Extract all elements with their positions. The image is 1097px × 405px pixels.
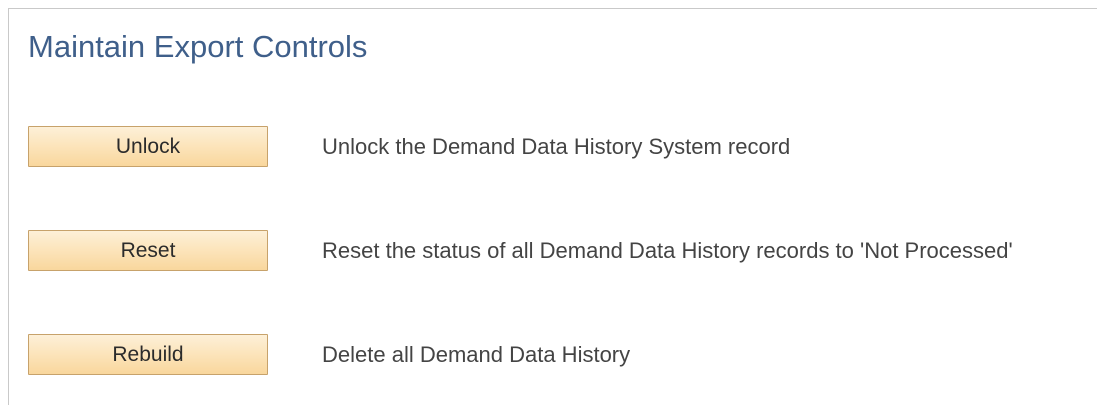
page-frame: Maintain Export Controls Unlock Unlock t… — [8, 8, 1097, 405]
rebuild-description: Delete all Demand Data History — [322, 342, 631, 367]
rebuild-button[interactable]: Rebuild — [28, 334, 268, 375]
unlock-button[interactable]: Unlock — [28, 126, 268, 167]
reset-description: Reset the status of all Demand Data Hist… — [322, 238, 1013, 263]
reset-button[interactable]: Reset — [28, 230, 268, 271]
page-title: Maintain Export Controls — [28, 29, 368, 64]
unlock-description: Unlock the Demand Data History System re… — [322, 134, 791, 159]
